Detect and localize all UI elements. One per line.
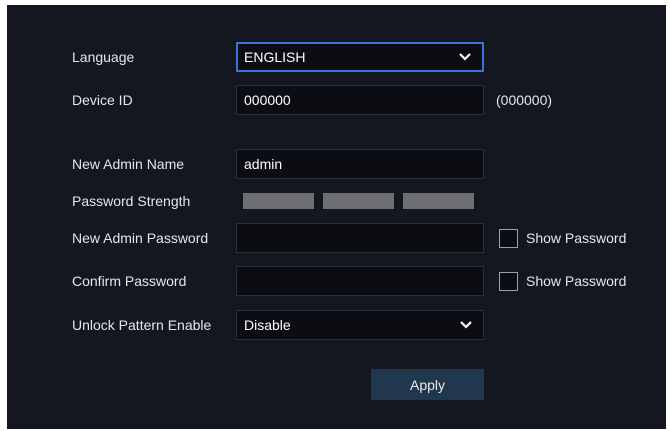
language-select[interactable]: ENGLISH <box>236 42 484 72</box>
password-strength-label: Password Strength <box>72 193 191 209</box>
password-strength-segment-2 <box>323 193 394 209</box>
language-label: Language <box>72 49 135 65</box>
admin-name-label: New Admin Name <box>72 156 185 172</box>
language-value: ENGLISH <box>244 49 306 65</box>
apply-button[interactable]: Apply <box>371 369 484 400</box>
admin-password-input[interactable] <box>236 223 484 253</box>
show-confirm-password-checkbox[interactable] <box>499 272 518 291</box>
confirm-password-label: Confirm Password <box>72 273 187 289</box>
show-confirm-password-label: Show Password <box>526 273 627 289</box>
unlock-pattern-label: Unlock Pattern Enable <box>72 317 212 333</box>
chevron-down-icon <box>460 321 472 329</box>
device-id-label: Device ID <box>72 92 133 108</box>
chevron-down-icon <box>459 53 471 61</box>
unlock-pattern-value: Disable <box>244 317 291 333</box>
password-strength-segment-3 <box>403 193 474 209</box>
unlock-pattern-select[interactable]: Disable <box>236 310 484 340</box>
admin-password-label: New Admin Password <box>72 230 209 246</box>
confirm-password-input[interactable] <box>236 266 484 296</box>
admin-name-input[interactable] <box>236 149 484 179</box>
device-id-input[interactable] <box>236 85 484 115</box>
device-id-hint: (000000) <box>496 92 553 108</box>
password-strength-segment-1 <box>243 193 314 209</box>
show-admin-password-checkbox[interactable] <box>499 229 518 248</box>
show-admin-password-label: Show Password <box>526 230 627 246</box>
